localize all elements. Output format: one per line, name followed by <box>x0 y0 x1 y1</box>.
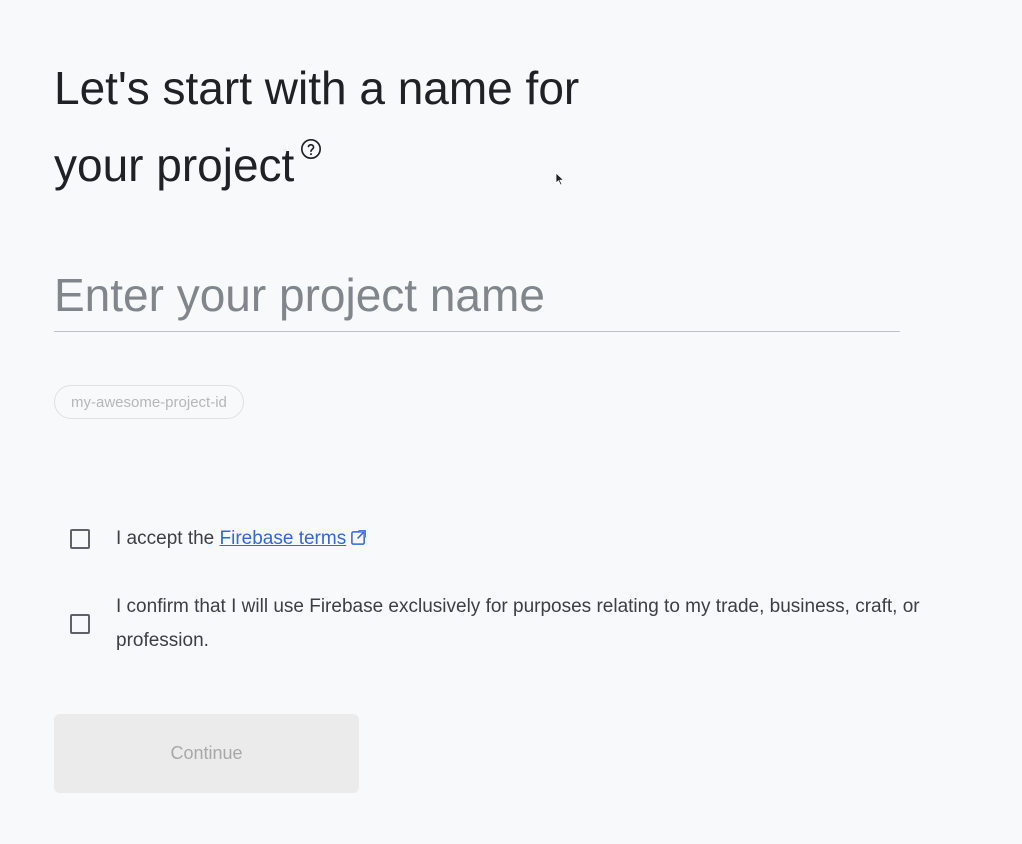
external-link-icon[interactable] <box>350 529 368 546</box>
page-title-line-2: your project <box>54 127 774 204</box>
project-name-input[interactable] <box>54 258 900 332</box>
page-title-line-1: Let's start with a name for <box>54 62 580 114</box>
page-title: Let's start with a name for your project <box>54 50 774 204</box>
accept-terms-prefix: I accept the <box>116 528 220 549</box>
firebase-terms-link[interactable]: Firebase terms <box>220 528 347 549</box>
confirm-purpose-row: I confirm that I will use Firebase exclu… <box>70 590 996 658</box>
mouse-cursor-icon <box>555 172 565 186</box>
help-circle-icon[interactable] <box>300 138 322 160</box>
accept-terms-checkbox[interactable] <box>70 529 90 549</box>
project-id-chip[interactable]: my-awesome-project-id <box>54 385 244 419</box>
page-title-line-2-text: your project <box>54 139 295 191</box>
continue-button[interactable]: Continue <box>54 714 359 793</box>
accept-terms-row: I accept the Firebase terms <box>70 522 368 556</box>
accept-terms-label: I accept the Firebase terms <box>116 522 368 556</box>
confirm-purpose-checkbox[interactable] <box>70 614 90 634</box>
create-project-page: Let's start with a name for your project… <box>0 0 1022 844</box>
confirm-purpose-label: I confirm that I will use Firebase exclu… <box>116 596 920 651</box>
